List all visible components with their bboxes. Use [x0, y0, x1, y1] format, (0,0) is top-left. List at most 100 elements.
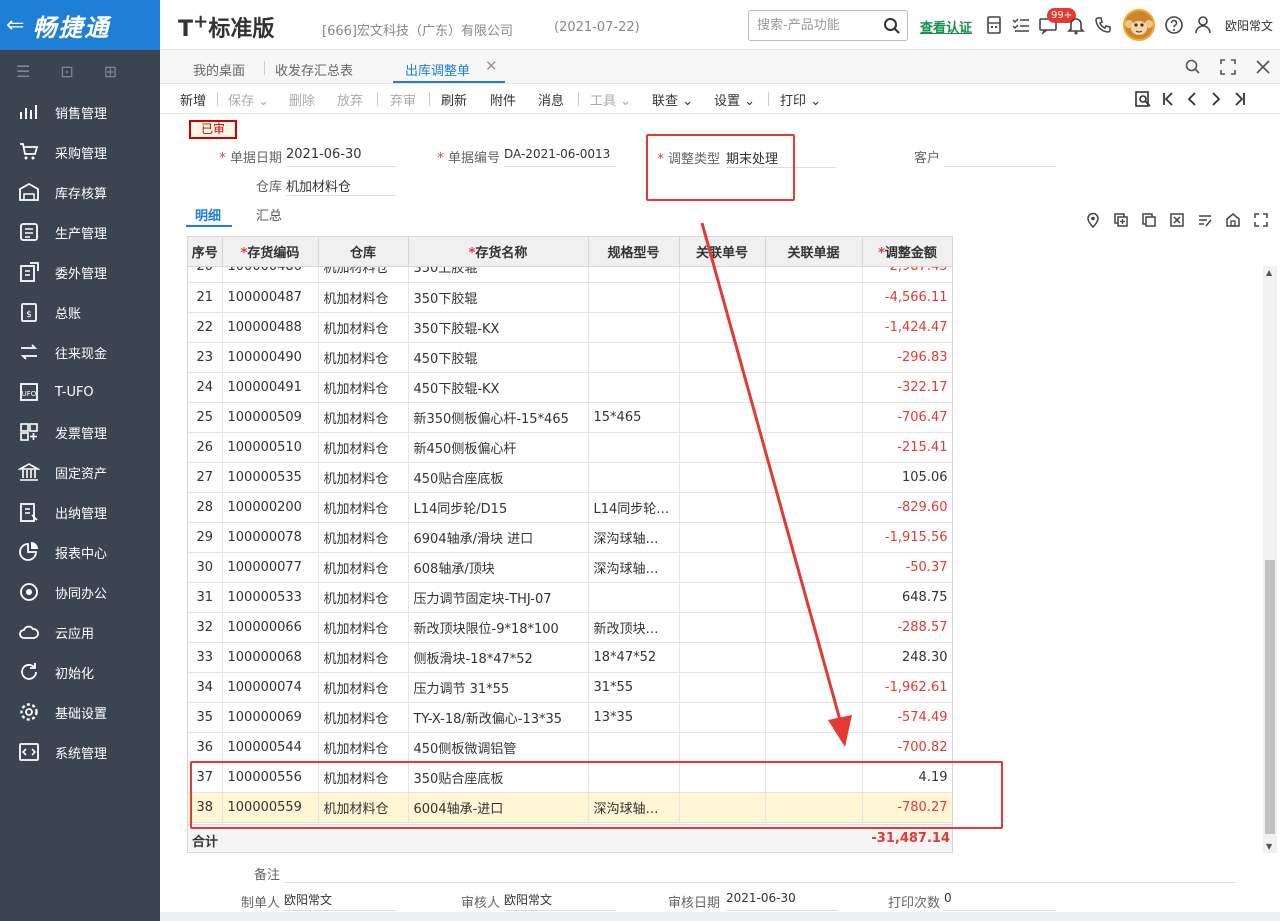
spec-cell[interactable]: 31*55 — [588, 672, 680, 703]
amount-cell[interactable]: 105.06 — [862, 462, 952, 493]
item-name[interactable]: 450下胶辊-KX — [408, 372, 589, 403]
discard-button[interactable]: 放弃 — [337, 90, 363, 109]
amount-cell[interactable]: -288.57 — [862, 612, 952, 643]
user-name[interactable]: 欧阳常文 — [1225, 17, 1273, 34]
row-index[interactable]: 21 — [188, 282, 223, 313]
sidebar-item-ledger[interactable]: $ 总账 — [0, 292, 160, 332]
unapprove-button[interactable]: 弃审 — [390, 90, 416, 109]
refresh-button[interactable]: 刷新 — [441, 90, 467, 109]
tab-outbound-adjustment[interactable]: 出库调整单 — [405, 60, 470, 79]
item-code[interactable]: 100000533 — [222, 582, 319, 613]
row-index[interactable]: 24 — [188, 372, 223, 403]
search-icon[interactable] — [1184, 58, 1202, 76]
row-index[interactable]: 22 — [188, 312, 223, 343]
item-code[interactable]: 100000068 — [222, 642, 319, 673]
spec-cell[interactable]: 13*35 — [588, 702, 680, 733]
col-header-index[interactable]: 序号 — [188, 237, 223, 267]
new-button[interactable]: 新增 — [180, 90, 206, 109]
sidebar-item-gear[interactable]: 基础设置 — [0, 692, 160, 732]
warehouse-field[interactable]: 机加材料仓 — [286, 176, 396, 196]
item-name[interactable]: 新改顶块限位-9*18*100 — [408, 612, 589, 643]
close-icon[interactable] — [1254, 58, 1272, 76]
amount-cell[interactable]: -322.17 — [862, 372, 952, 403]
spec-cell[interactable] — [588, 267, 680, 283]
tab-my-desktop[interactable]: 我的桌面 — [193, 60, 245, 79]
col-header-amount[interactable]: *调整金额 — [862, 237, 952, 267]
settings-button[interactable]: 设置 ⌄ — [714, 90, 755, 109]
row-index[interactable]: 31 — [188, 582, 223, 613]
warehouse-cell[interactable]: 机加材料仓 — [318, 702, 409, 733]
item-name[interactable]: 350上胶辊 — [408, 267, 589, 283]
item-name[interactable]: 608轴承/顶块 — [408, 552, 589, 583]
spec-cell[interactable]: 深沟球轴… — [588, 522, 680, 553]
search-input[interactable] — [757, 12, 877, 39]
col-header-spec[interactable]: 规格型号 — [588, 237, 680, 267]
spec-cell[interactable] — [588, 582, 680, 613]
col-header-code[interactable]: *存货编码 — [222, 237, 319, 267]
item-name[interactable]: 新350侧板偏心杆-15*465 — [408, 402, 589, 433]
message-button[interactable]: 消息 — [538, 90, 564, 109]
help-icon[interactable] — [1164, 15, 1184, 35]
warehouse-cell[interactable]: 机加材料仓 — [318, 492, 409, 523]
sidebar-item-sales-chart[interactable]: 销售管理 — [0, 92, 160, 132]
item-code[interactable]: 100000486 — [222, 267, 319, 283]
amount-cell[interactable]: -4,566.11 — [862, 282, 952, 313]
item-code[interactable]: 100000069 — [222, 702, 319, 733]
item-code[interactable]: 100000491 — [222, 372, 319, 403]
row-index[interactable]: 35 — [188, 702, 223, 733]
amount-cell[interactable]: -2,987.45 — [862, 267, 952, 283]
calculator-icon[interactable] — [984, 15, 1004, 35]
remark-field[interactable] — [284, 863, 1236, 883]
warehouse-cell[interactable]: 机加材料仓 — [318, 402, 409, 433]
next-record-icon[interactable] — [1208, 90, 1224, 108]
amount-cell[interactable]: -50.37 — [862, 552, 952, 583]
scroll-thumb[interactable] — [1265, 560, 1275, 834]
row-index[interactable]: 27 — [188, 462, 223, 493]
spec-cell[interactable] — [588, 462, 680, 493]
row-index[interactable]: 34 — [188, 672, 223, 703]
add-doc-icon[interactable]: ⊞ — [104, 62, 117, 81]
amount-cell[interactable]: -1,962.61 — [862, 672, 952, 703]
item-code[interactable]: 100000544 — [222, 732, 319, 763]
copy-row-icon[interactable] — [1141, 212, 1157, 228]
spec-cell[interactable]: 18*47*52 — [588, 642, 680, 673]
item-code[interactable]: 100000074 — [222, 672, 319, 703]
fullscreen-icon[interactable] — [1219, 58, 1237, 76]
sidebar-item-code[interactable]: 系统管理 — [0, 732, 160, 772]
item-code[interactable]: 100000535 — [222, 462, 319, 493]
save-button[interactable]: 保存 ⌄ — [228, 90, 269, 109]
tab-inventory-summary[interactable]: 收发存汇总表 — [275, 60, 353, 79]
item-code[interactable]: 100000078 — [222, 522, 319, 553]
warehouse-cell[interactable]: 机加材料仓 — [318, 582, 409, 613]
item-code[interactable]: 100000200 — [222, 492, 319, 523]
spec-cell[interactable] — [588, 432, 680, 463]
item-name[interactable]: 侧板滑块-18*47*52 — [408, 642, 589, 673]
print-button[interactable]: 打印 ⌄ — [780, 90, 821, 109]
col-header-name[interactable]: *存货名称 — [408, 237, 589, 267]
doc-date-field[interactable]: 2021-06-30 — [286, 147, 396, 167]
warehouse-cell[interactable]: 机加材料仓 — [318, 552, 409, 583]
item-code[interactable]: 100000066 — [222, 612, 319, 643]
item-name[interactable]: 450下胶辊 — [408, 342, 589, 373]
avatar[interactable] — [1123, 9, 1155, 41]
spec-cell[interactable] — [588, 342, 680, 373]
phone-icon[interactable] — [1094, 15, 1114, 35]
warehouse-cell[interactable]: 机加材料仓 — [318, 267, 409, 283]
item-name[interactable]: 450侧板微调铝管 — [408, 732, 589, 763]
query-button[interactable]: 联查 ⌄ — [652, 90, 693, 109]
tab-close-icon[interactable]: ✕ — [485, 57, 498, 75]
sidebar-item-collaboration[interactable]: 协同办公 — [0, 572, 160, 612]
grid-scrollbar[interactable]: ▲ ▼ — [1263, 266, 1277, 853]
locate-doc-icon[interactable] — [1134, 90, 1152, 108]
row-index[interactable]: 25 — [188, 402, 223, 433]
warehouse-cell[interactable]: 机加材料仓 — [318, 432, 409, 463]
amount-cell[interactable]: -829.60 — [862, 492, 952, 523]
spec-cell[interactable]: 新改顶块… — [588, 612, 680, 643]
row-index[interactable]: 28 — [188, 492, 223, 523]
sidebar-item-exchange[interactable]: 往来现金 — [0, 332, 160, 372]
spec-cell[interactable] — [588, 372, 680, 403]
attachment-button[interactable]: 附件 — [490, 90, 516, 109]
tools-button[interactable]: 工具 ⌄ — [590, 90, 631, 109]
search-icon[interactable] — [883, 17, 901, 35]
sidebar-item-bank[interactable]: 固定资产 — [0, 452, 160, 492]
